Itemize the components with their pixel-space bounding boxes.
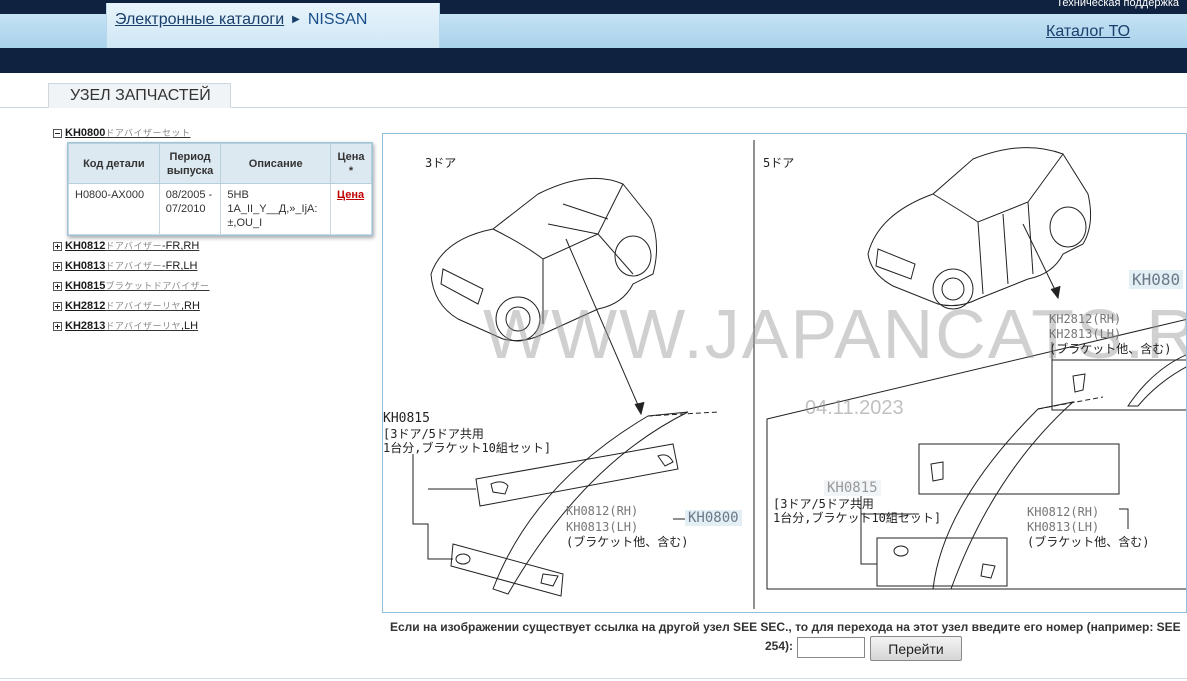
bottom-divider [0,678,1187,679]
table-row: H0800-AX000 08/2005 - 07/2010 5HB 1A_II_… [68,183,372,235]
tree-item-kh0800[interactable]: KH0800ドアバイザーセット [53,126,191,140]
tab-parts-unit[interactable]: УЗЕЛ ЗАПЧАСТЕЙ [48,83,231,108]
column-header: Описание [220,143,332,184]
car-5door-drawing [867,147,1092,310]
support-link[interactable]: Техническая поддержка [1056,0,1179,9]
section-number-input[interactable] [797,637,865,658]
visor-note: (ブラケット他、含む) [566,535,689,549]
date-stamp: 04.11.2023 [805,397,904,419]
bracket-note-2: 1台分,ブラケット10組セット] [383,441,552,455]
rear-code-rh: KH2812(RH) [1049,312,1122,326]
tree-item-code: KH0812 [65,240,106,252]
expand-icon[interactable] [53,241,62,251]
tree-item-desc: ブラケットドアバイザー [105,281,210,291]
tree-item-desc: ドアバイザー-FR,LH [105,260,198,272]
bracket-note-right-2: 1台分,ブラケット10組セット] [773,511,942,525]
parts-table-popup: Код детали Период выпуска Описание Цена … [67,142,373,236]
tree-item-desc: ドアバイザー-FR,RH [105,240,200,252]
parts-table: Код детали Период выпуска Описание Цена … [68,143,372,235]
visor-code-lh: KH0813(LH) [566,520,639,534]
tree-item-code: KH0800 [65,127,106,139]
catalog-to-link[interactable]: Каталог ТО [1046,23,1130,41]
set-code-tag[interactable]: KH0800 [685,510,742,526]
collapse-icon[interactable] [53,128,62,138]
tree-item-code: KH0813 [65,260,106,272]
see-sec-note: Если на изображении существует ссылка на… [390,620,1181,634]
bracket-note-right-1: [3ドア/5ドア共用 [773,497,874,511]
tree-item-kh0813[interactable]: KH0813ドアバイザー-FR,LH [53,259,197,273]
goto-button[interactable]: Перейти [870,636,962,661]
expand-icon[interactable] [53,281,62,291]
tree-item-kh0815[interactable]: KH0815ブラケットドアバイザー [53,279,210,293]
table-header-row: Код детали Период выпуска Описание Цена … [68,143,372,184]
tree-item-desc: ドアバイザーセット [105,128,191,138]
bracket-note-1: [3ドア/5ドア共用 [383,427,484,441]
tree-item-kh2812[interactable]: KH2812ドアバイザーリヤ,RH [53,299,200,313]
corner-code-tag[interactable]: KH080 [1129,270,1184,289]
tree-item-kh0812[interactable]: KH0812ドアバイザー-FR,RH [53,239,199,253]
nav-band [0,48,1187,73]
panel-title-5door: 5ドア [763,156,795,170]
breadcrumb-current[interactable]: NISSAN [308,11,368,28]
part-period: 08/2005 - 07/2010 [158,183,222,235]
chevron-right-icon: ▶ [292,14,300,25]
part-price-cell: Цена [330,183,372,235]
part-number: H0800-AX000 [68,183,160,235]
tree-item-kh2813[interactable]: KH2813ドアバイザーリヤ,LH [53,319,198,333]
visor-code-rh: KH0812(RH) [566,504,639,518]
tree-item-code: KH0815 [65,280,106,292]
tree-item-desc: ドアバイザーリヤ,LH [105,320,199,332]
front-code-rh: KH0812(RH) [1027,505,1100,519]
panel-title-3door: 3ドア [425,156,457,170]
column-header: Период выпуска [158,143,222,184]
tree-item-code: KH2813 [65,320,106,332]
see-sec-note-tail: 254): [765,639,794,653]
tree-item-desc: ドアバイザーリヤ,RH [105,300,200,312]
front-code-lh: KH0813(LH) [1027,520,1100,534]
breadcrumb: Электронные каталоги ▶ NISSAN [115,11,367,29]
column-header: Цена * [330,143,372,184]
price-link[interactable]: Цена [337,189,364,201]
rear-note: (ブラケット他、含む) [1049,342,1172,356]
front-note: (ブラケット他、含む) [1027,535,1150,549]
column-header: Код детали [68,143,160,184]
expand-icon[interactable] [53,321,62,331]
bracket-code-tag-right[interactable]: KH0815 [824,480,881,496]
parts-diagram[interactable]: WWW.JAPANCATS.RU 04.11.2023 3ドア KH0815 [… [382,133,1187,613]
part-description: 5HB 1A_II_Y__Д,»_IjA: ±,OU_I [220,183,332,235]
bracket-code-label: KH0815 [383,411,430,426]
expand-icon[interactable] [53,261,62,271]
expand-icon[interactable] [53,301,62,311]
breadcrumb-root-link[interactable]: Электронные каталоги [115,11,284,28]
rear-code-lh: KH2813(LH) [1049,327,1122,341]
tree-item-code: KH2812 [65,300,106,312]
